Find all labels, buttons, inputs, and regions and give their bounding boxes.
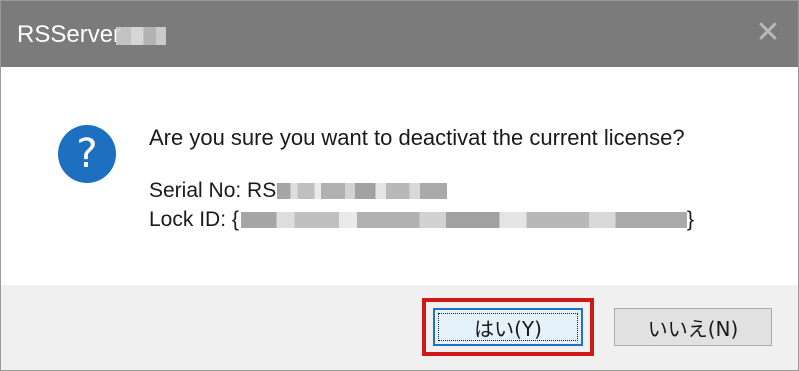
yes-button-label: はい(Y) xyxy=(474,316,542,341)
close-button[interactable]: ✕ xyxy=(746,11,790,55)
redacted-title-suffix xyxy=(116,27,166,45)
yes-button[interactable]: はい(Y) xyxy=(433,308,583,346)
question-icon: ? xyxy=(58,125,116,183)
title-bar[interactable]: RSServer ✕ xyxy=(1,1,798,67)
lock-suffix: } xyxy=(686,208,694,231)
serial-number-line: Serial No: RS xyxy=(149,179,448,203)
serial-label: Serial No: RS xyxy=(149,179,277,202)
confirm-message: Are you sure you want to deactivat the c… xyxy=(149,125,685,150)
dialog-content: ? Are you sure you want to deactivat the… xyxy=(1,67,798,285)
lock-id-line: Lock ID: {} xyxy=(149,208,694,232)
no-button[interactable]: いいえ(N) xyxy=(614,308,772,346)
redacted-lock-id xyxy=(240,212,687,229)
redacted-serial xyxy=(277,183,448,200)
lock-label: Lock ID: { xyxy=(149,208,239,231)
confirm-dialog: RSServer ✕ ? Are you sure you want to de… xyxy=(0,0,799,371)
window-title: RSServer xyxy=(17,21,122,48)
no-button-label: いいえ(N) xyxy=(647,316,739,341)
